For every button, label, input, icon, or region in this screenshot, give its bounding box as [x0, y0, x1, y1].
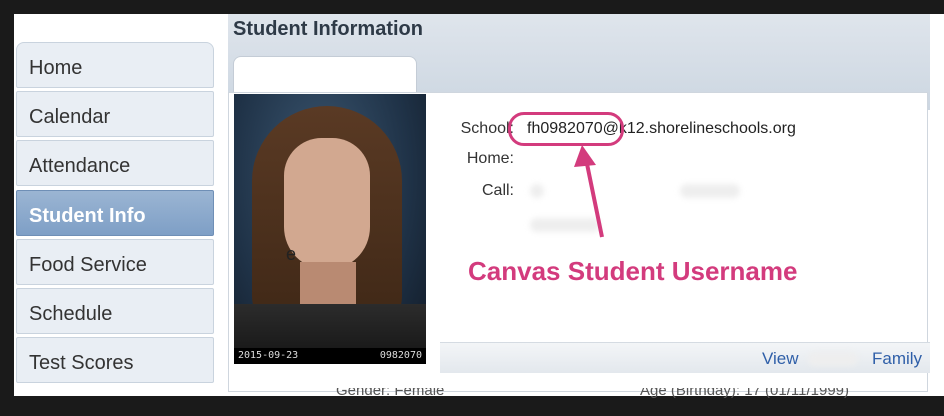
sidebar-item-calendar[interactable]: Calendar	[16, 91, 214, 137]
sidebar-item-home[interactable]: Home	[16, 42, 214, 88]
photo-caption: 2015-09-23 0982070	[234, 348, 426, 364]
photo-caption-id: 0982070	[379, 350, 422, 361]
gender-text: Gender: Female	[336, 388, 445, 398]
redacted-link-text	[808, 352, 858, 366]
tab-student-info[interactable]	[233, 56, 417, 95]
annotation-label: Canvas Student Username	[468, 256, 798, 286]
sidebar-item-student-info[interactable]: Student Info	[16, 190, 214, 236]
sidebar-item-test-scores[interactable]: Test Scores	[16, 337, 214, 383]
photo-caption-date: 2015-09-23	[238, 350, 299, 361]
sidebar-item-schedule[interactable]: Schedule	[16, 288, 214, 334]
page-title: Student Information	[233, 18, 423, 40]
age-text: Age (Birthday): 17 (01/11/1999)	[640, 388, 850, 398]
sidebar-item-attendance[interactable]: Attendance	[16, 140, 214, 186]
redacted-phone-2	[680, 184, 740, 198]
family-link[interactable]: Family	[872, 349, 922, 369]
home-label: Home:	[466, 150, 514, 167]
username-highlight-circle	[508, 112, 624, 146]
up-arrow-icon	[574, 145, 604, 238]
photo-overlay-letter: e	[286, 244, 297, 264]
redacted-phone	[530, 184, 544, 198]
view-link[interactable]: View	[762, 349, 799, 369]
sidebar-nav: Home Calendar Attendance Student Info Fo…	[16, 28, 216, 388]
student-photo: e	[234, 94, 426, 358]
bottom-details-row: Gender: Female Age (Birthday): 17 (01/11…	[228, 388, 930, 398]
photo-face-redacted	[284, 138, 370, 270]
school-label: School:	[460, 120, 514, 137]
sidebar-item-food-service[interactable]: Food Service	[16, 239, 214, 285]
cell-label: Call:	[481, 182, 514, 199]
